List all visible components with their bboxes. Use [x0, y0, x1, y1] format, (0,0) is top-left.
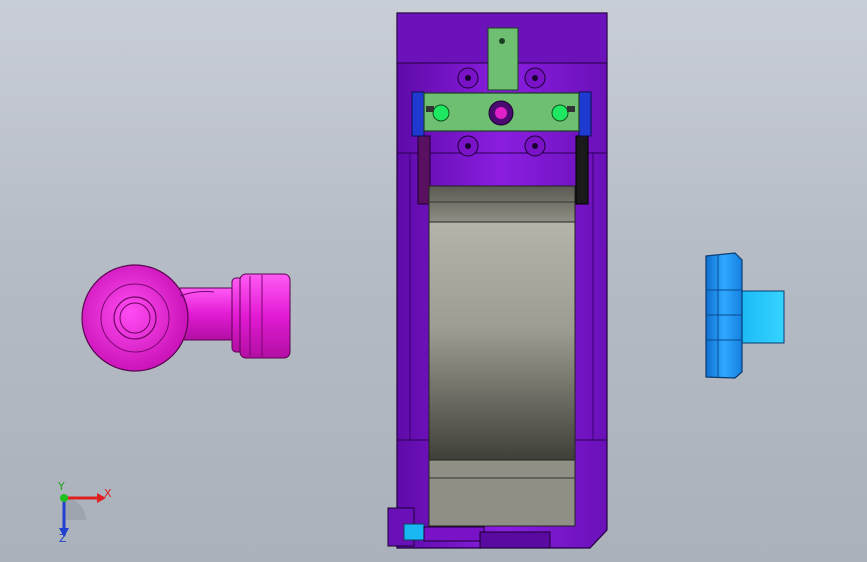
pipe-elbow-part[interactable]: [81, 264, 291, 372]
orientation-triad: X Y Z: [57, 480, 112, 545]
z-axis-label: Z: [59, 532, 67, 545]
x-axis-label: X: [104, 487, 112, 500]
flange-fitting-part[interactable]: [705, 252, 785, 379]
roller-part[interactable]: [428, 185, 576, 527]
graphics-viewport[interactable]: X Y Z: [0, 0, 867, 562]
y-axis-dot: [60, 494, 68, 502]
y-axis-label: Y: [57, 480, 65, 493]
model-scene[interactable]: X Y Z: [0, 0, 867, 562]
